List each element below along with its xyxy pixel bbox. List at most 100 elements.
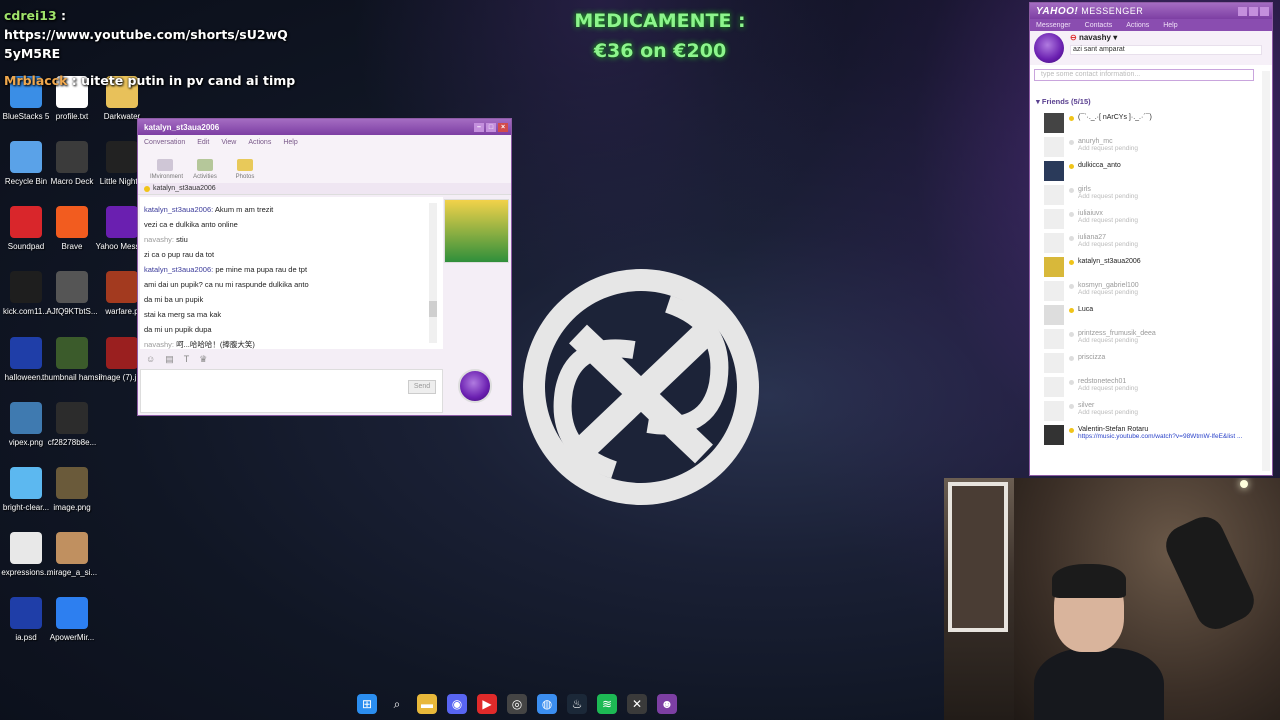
profile-avatar[interactable] (1034, 33, 1064, 63)
messenger-maximize-button[interactable] (1249, 6, 1258, 16)
obs-icon[interactable]: ◎ (507, 694, 527, 714)
contact-status: Add request pending (1078, 217, 1138, 224)
steam-icon[interactable]: ♨ (567, 694, 587, 714)
contact-item[interactable]: iuliaiuvx Add request pending (1030, 207, 1262, 231)
contact-status-link[interactable]: https://music.youtube.com/watch?v=98WtmW… (1078, 433, 1262, 440)
maximize-button[interactable]: □ (486, 122, 496, 132)
conversation-window[interactable]: katalyn_st3aua2006 – □ × Conversation Ed… (137, 118, 512, 416)
message-history[interactable]: katalyn_st3aua2006: Akum m am trezit vezi… (140, 197, 443, 349)
chat-message-line: zi ca o pup rau da tot (144, 247, 439, 262)
game-icon (106, 141, 138, 173)
menu-view[interactable]: View (221, 139, 236, 146)
online-status-icon (144, 185, 150, 192)
message-text: stai ka merg sa ma kak (144, 310, 222, 319)
presence-icon (1069, 236, 1074, 241)
emoticon-icon[interactable]: ☺ (146, 354, 155, 364)
contact-item[interactable]: Valentin-Stefan Rotaru https://music.yout… (1030, 423, 1262, 447)
desktop-icon[interactable]: image.png (42, 467, 102, 513)
messenger-minimize-button[interactable] (1238, 6, 1247, 16)
image-file-icon (106, 271, 138, 303)
contact-item[interactable]: silver Add request pending (1030, 399, 1262, 423)
desktop-icon[interactable]: mirage_a_si... (42, 532, 102, 578)
youtube-icon[interactable]: ▶ (477, 694, 497, 714)
status-message-field[interactable]: azi sant amparat (1070, 45, 1262, 55)
contact-item[interactable]: girls Add request pending (1030, 183, 1262, 207)
nudge-icon[interactable]: ▤ (165, 354, 174, 365)
messenger-title-bar[interactable]: YAHOO! MESSENGER (1030, 3, 1272, 19)
contact-item[interactable]: priscizza (1030, 351, 1262, 375)
presence-icon (1069, 116, 1074, 121)
menu-actions[interactable]: Actions (1126, 22, 1149, 29)
chat-username: Mrblacck (4, 73, 68, 88)
menu-edit[interactable]: Edit (197, 139, 209, 146)
contact-search-input[interactable]: type some contact information... (1034, 69, 1254, 81)
contact-item[interactable]: Luca (1030, 303, 1262, 327)
close-button[interactable]: × (498, 122, 508, 132)
webcam-light (1240, 480, 1248, 488)
friends-group-header[interactable]: ▾ Friends (5/15) (1030, 97, 1262, 111)
contact-item[interactable]: (¯`·._.·[ nArCYs ]·._.·´¯) (1030, 111, 1262, 135)
message-sender: navashy: (144, 340, 175, 349)
contact-item[interactable]: dulkicca_anto (1030, 159, 1262, 183)
conversation-title-bar[interactable]: katalyn_st3aua2006 – □ × (138, 119, 511, 135)
chat-message-line: da mi ba un pupik (144, 292, 439, 307)
messenger-close-button[interactable] (1260, 6, 1269, 16)
conversation-toolbar: IMvironment Activities Photos (138, 149, 511, 183)
photos-button[interactable]: Photos (230, 159, 260, 180)
message-text: da mi un pupik dupa (144, 325, 212, 334)
chrome-icon[interactable]: ◍ (537, 694, 557, 714)
audibles-icon[interactable]: ♛ (199, 354, 207, 365)
contact-item[interactable]: iuliana27 Add request pending (1030, 231, 1262, 255)
discord-icon[interactable]: ◉ (447, 694, 467, 714)
conversation-tab[interactable]: katalyn_st3aua2006 (138, 183, 511, 195)
contact-avatar (1044, 329, 1064, 349)
minimize-button[interactable]: – (474, 122, 484, 132)
text-format-icon[interactable]: T (184, 354, 190, 364)
message-text: ami dai un pupik? ca nu mi raspunde dulk… (144, 280, 309, 289)
contact-avatar (1044, 305, 1064, 325)
imvironment-icon (157, 159, 173, 171)
spotify-icon[interactable]: ≋ (597, 694, 617, 714)
send-button[interactable]: Send (408, 380, 436, 394)
imvironment-button[interactable]: IMvironment (150, 159, 183, 180)
activities-button[interactable]: Activities (190, 159, 220, 180)
message-scrollbar[interactable] (429, 203, 437, 343)
contact-item[interactable]: printzess_frumusik_deea Add request pendi… (1030, 327, 1262, 351)
chat-text: uitete putin in pv cand ai timp (76, 73, 296, 88)
contact-name: silver (1078, 402, 1095, 409)
yahoo-messenger-icon[interactable]: ☻ (657, 694, 677, 714)
desktop-icon[interactable]: ApowerMir... (42, 597, 102, 643)
image-file-icon (56, 337, 88, 369)
message-sender: katalyn_st3aua2006: (144, 205, 214, 214)
contact-item[interactable]: anuryh_mc Add request pending (1030, 135, 1262, 159)
contact-list-scrollbar[interactable] (1262, 71, 1270, 471)
menu-actions[interactable]: Actions (248, 139, 271, 146)
xbox-icon[interactable]: ✕ (627, 694, 647, 714)
menu-help[interactable]: Help (283, 139, 297, 146)
contact-avatar (1044, 209, 1064, 229)
scrollbar-thumb[interactable] (429, 301, 437, 317)
menu-messenger[interactable]: Messenger (1036, 22, 1071, 29)
menu-contacts[interactable]: Contacts (1085, 22, 1113, 29)
presence-icon (1069, 356, 1074, 361)
contact-item[interactable]: katalyn_st3aua2006 (1030, 255, 1262, 279)
recycle-bin-icon (10, 141, 42, 173)
contact-item[interactable]: redstonetech01 Add request pending (1030, 375, 1262, 399)
windows-start-icon[interactable]: ⊞ (357, 694, 377, 714)
message-input[interactable]: Send (140, 369, 443, 413)
image-file-icon (10, 402, 42, 434)
menu-help[interactable]: Help (1163, 22, 1177, 29)
menu-conversation[interactable]: Conversation (144, 139, 185, 146)
messenger-window[interactable]: YAHOO! MESSENGER Messenger Contacts Acti… (1029, 2, 1273, 476)
message-text: da mi ba un pupik (144, 295, 204, 304)
search-icon[interactable]: ⌕ (387, 694, 407, 714)
stream-chat-overlay: cdrei13 : https://www.youtube.com/shorts… (4, 6, 304, 90)
chat-message-line: ami dai un pupik? ca nu mi raspunde dulk… (144, 277, 439, 292)
contact-item[interactable]: kosmyn_gabriel100 Add request pending (1030, 279, 1262, 303)
file-explorer-icon[interactable]: ▬ (417, 694, 437, 714)
chat-message: Mrblacck : uitete putin in pv cand ai ti… (4, 73, 296, 88)
desktop-icon[interactable]: cf28278b8e... (42, 402, 102, 448)
macro-deck-icon (56, 141, 88, 173)
profile-name[interactable]: ⊖ navashy ▾ (1070, 33, 1117, 42)
brave-icon (56, 206, 88, 238)
